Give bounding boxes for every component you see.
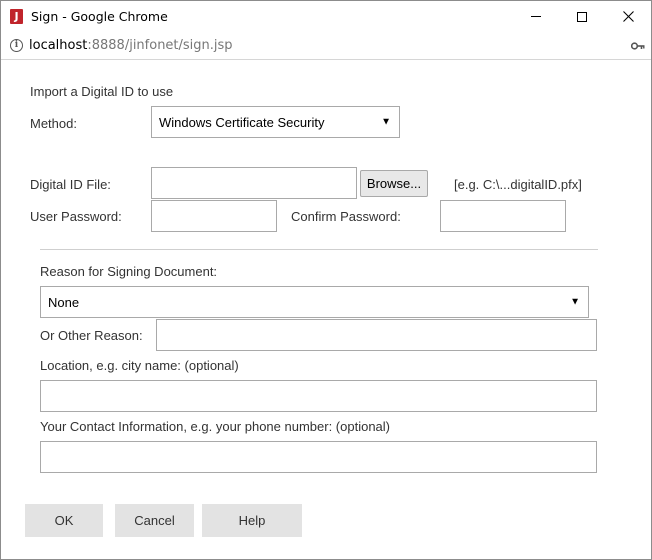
maximize-icon: [577, 11, 587, 22]
confirm-password-input[interactable]: [440, 200, 566, 232]
other-reason-label: Or Other Reason:: [40, 328, 143, 343]
help-button[interactable]: Help: [202, 504, 302, 537]
window-title: Sign - Google Chrome: [31, 9, 168, 24]
minimize-button[interactable]: [513, 1, 559, 32]
method-select[interactable]: Windows Certificate Security ▼: [151, 106, 400, 138]
divider: [40, 249, 598, 250]
title-bar: J Sign - Google Chrome: [1, 1, 651, 32]
caret-down-icon: ▼: [381, 116, 391, 128]
user-password-label: User Password:: [30, 209, 122, 224]
minimize-icon: [531, 16, 541, 17]
confirm-password-label: Confirm Password:: [291, 209, 401, 224]
file-example-hint: [e.g. C:\...digitalID.pfx]: [454, 177, 582, 192]
method-label: Method:: [30, 116, 77, 131]
reason-select-value: None: [48, 294, 80, 310]
close-icon: [622, 11, 634, 22]
browse-button[interactable]: Browse...: [360, 170, 428, 197]
address-bar: i localhost:8888/jinfonet/sign.jsp: [1, 32, 651, 60]
location-input[interactable]: [40, 380, 597, 412]
info-icon[interactable]: i: [10, 39, 23, 52]
url-text[interactable]: localhost:8888/jinfonet/sign.jsp: [29, 38, 233, 53]
ok-button[interactable]: OK: [25, 504, 103, 537]
location-label: Location, e.g. city name: (optional): [40, 358, 239, 373]
close-button[interactable]: [605, 1, 651, 32]
section-heading: Import a Digital ID to use: [30, 84, 174, 99]
user-password-input[interactable]: [151, 200, 277, 232]
contact-label: Your Contact Information, e.g. your phon…: [40, 419, 391, 434]
reason-label: Reason for Signing Document:: [40, 264, 218, 279]
maximize-button[interactable]: [559, 1, 605, 32]
url-host: localhost: [29, 38, 88, 53]
contact-input[interactable]: [40, 441, 597, 473]
digital-id-file-input[interactable]: [151, 167, 357, 199]
cancel-button[interactable]: Cancel: [115, 504, 194, 537]
reason-select[interactable]: None ▼: [40, 286, 589, 318]
app-icon: J: [10, 9, 23, 24]
other-reason-input[interactable]: [156, 319, 597, 351]
digital-id-file-label: Digital ID File:: [30, 177, 111, 192]
caret-down-icon: ▼: [570, 296, 580, 308]
method-select-value: Windows Certificate Security: [159, 114, 325, 130]
chrome-window: J Sign - Google Chrome i localhost:8888/…: [0, 0, 652, 560]
url-path: :8888/jinfonet/sign.jsp: [87, 38, 233, 53]
key-icon[interactable]: [631, 41, 645, 51]
